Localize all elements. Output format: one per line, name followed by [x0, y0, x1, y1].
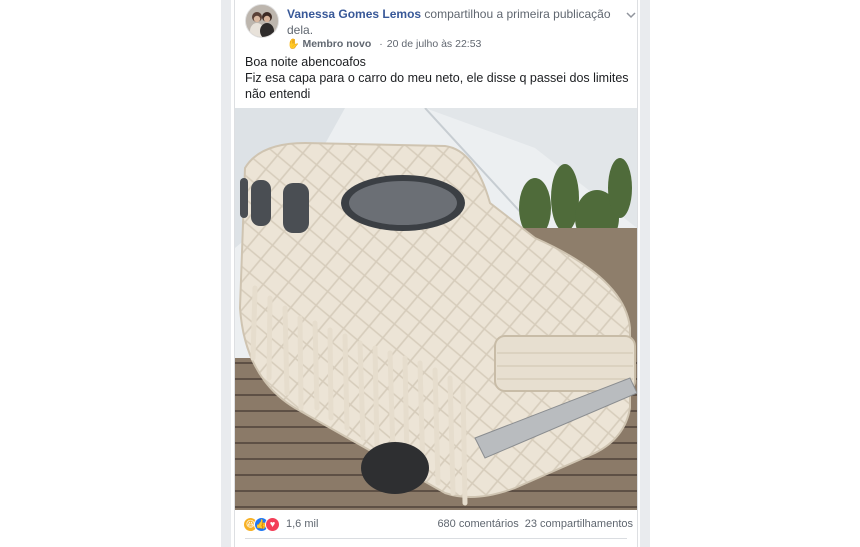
- avatar[interactable]: [245, 4, 279, 38]
- post-meta: ✋ Membro novo · 20 de julho às 22:53: [287, 38, 481, 50]
- meta-separator: ·: [379, 38, 383, 50]
- author-link[interactable]: Vanessa Gomes Lemos: [287, 7, 421, 21]
- feed-gutter-left: [221, 0, 231, 547]
- engagement-stats: 680 comentários 23 compartilhamentos: [437, 518, 633, 530]
- love-icon: ♥: [265, 516, 280, 532]
- post-text: Boa noite abencoafos Fiz esa capa para o…: [245, 54, 635, 102]
- comments-count[interactable]: 680 comentários: [437, 518, 518, 530]
- waving-hand-icon: ✋: [287, 38, 300, 50]
- chevron-down-icon[interactable]: [626, 10, 636, 20]
- post-text-line: Fiz esa capa para o carro do meu neto, e…: [245, 71, 629, 101]
- avatar-photo: [246, 5, 278, 37]
- shares-count[interactable]: 23 compartilhamentos: [525, 518, 633, 530]
- post-footer: 😆 👍 ♥ 1,6 mil 680 comentários 23 compart…: [243, 514, 633, 534]
- post-header: Vanessa Gomes Lemos compartilhou a prime…: [245, 4, 636, 52]
- crocheted-car-image: [235, 108, 637, 510]
- feed-gutter-right: [640, 0, 650, 547]
- member-badge[interactable]: Membro novo: [302, 38, 371, 50]
- post-timestamp[interactable]: 20 de julho às 22:53: [387, 38, 482, 50]
- post-title-line: Vanessa Gomes Lemos compartilhou a prime…: [287, 6, 617, 38]
- footer-divider: [245, 538, 627, 539]
- reaction-count[interactable]: 1,6 mil: [286, 518, 318, 530]
- post-card: Vanessa Gomes Lemos compartilhou a prime…: [234, 0, 638, 547]
- post-photo[interactable]: [235, 108, 637, 510]
- reaction-summary[interactable]: 😆 👍 ♥ 1,6 mil: [243, 516, 318, 532]
- post-text-line: Boa noite abencoafos: [245, 55, 366, 69]
